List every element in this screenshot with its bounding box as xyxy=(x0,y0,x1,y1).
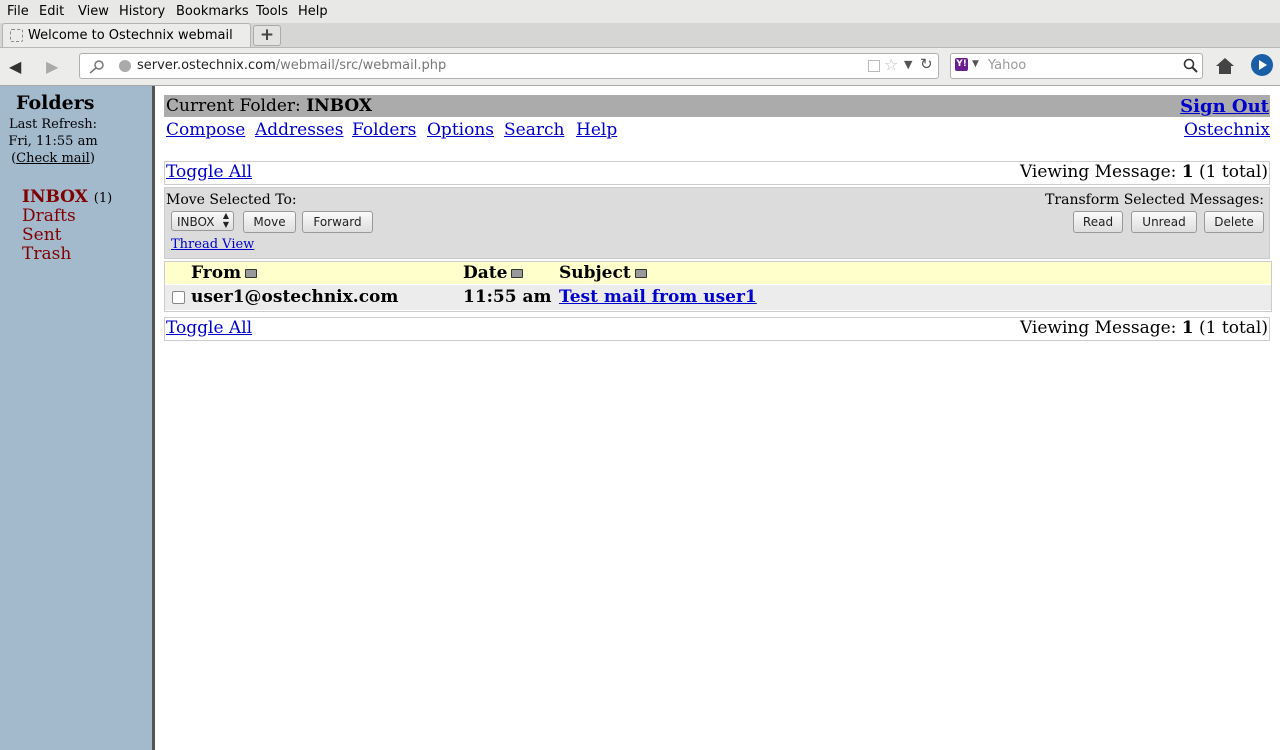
table-header: From Date Subject xyxy=(165,262,1271,284)
folder-pane: Folders Last Refresh: Fri, 11:55 am (Che… xyxy=(0,86,155,750)
check-mail: (Check mail) xyxy=(11,151,95,166)
ostechnix-link[interactable]: Ostechnix xyxy=(1184,120,1270,140)
transform-selected-label: Transform Selected Messages: xyxy=(1045,192,1264,208)
last-refresh-time: Fri, 11:55 am xyxy=(8,134,98,149)
sort-icon[interactable] xyxy=(245,269,258,278)
table-row[interactable]: user1@ostechnix.com 11:55 am Test mail f… xyxy=(165,285,1271,310)
menu-file[interactable]: File xyxy=(7,4,29,19)
folder-inbox[interactable]: INBOX (1) xyxy=(22,187,112,207)
nav-addresses[interactable]: Addresses xyxy=(255,120,343,140)
message-from: user1@ostechnix.com xyxy=(191,287,399,307)
column-date[interactable]: Date xyxy=(463,263,524,283)
message-checkbox[interactable] xyxy=(172,291,185,304)
tab-bar: Welcome to Ostechnix webmail + xyxy=(0,23,1280,48)
delete-button[interactable]: Delete xyxy=(1204,211,1264,233)
list-bottom-bar: Toggle All Viewing Message: 1 (1 total) xyxy=(164,317,1270,341)
column-from[interactable]: From xyxy=(191,263,258,283)
menu-tools[interactable]: Tools xyxy=(256,4,288,19)
select-arrows-icon: ▲ ▼ xyxy=(222,211,229,229)
forward-button[interactable]: Forward xyxy=(302,211,373,233)
folder-unread-count: (1) xyxy=(93,191,113,206)
url-bar[interactable]: server.ostechnix.com/webmail/src/webmail… xyxy=(79,53,939,79)
menu-help[interactable]: Help xyxy=(298,4,328,19)
navigation-bar: ◀ ▶ server.ostechnix.com/webmail/src/web… xyxy=(0,48,1280,86)
message-actions-box: Move Selected To: INBOX ▲ ▼ Move Forward T… xyxy=(164,187,1270,259)
menu-bookmarks[interactable]: Bookmarks xyxy=(176,4,249,19)
thread-view-link[interactable]: Thread View xyxy=(171,237,254,252)
engine-dropdown-icon[interactable]: ▼ xyxy=(972,59,979,69)
yahoo-engine-icon[interactable]: Y! xyxy=(955,58,968,71)
message-table: From Date Subject user1@ostechnix.com 11… xyxy=(164,261,1272,312)
sort-icon[interactable] xyxy=(511,269,524,278)
new-tab-button[interactable]: + xyxy=(253,25,281,46)
message-list-pane: Current Folder: INBOX Sign Out Compose A… xyxy=(156,86,1280,750)
unread-button[interactable]: Unread xyxy=(1131,211,1197,233)
current-folder-bar: Current Folder: INBOX Sign Out xyxy=(164,95,1270,117)
search-input[interactable]: Yahoo xyxy=(988,58,1026,73)
search-icon[interactable] xyxy=(1183,58,1198,73)
addon-icon[interactable] xyxy=(1250,53,1274,77)
folder-drafts[interactable]: Drafts xyxy=(22,206,76,226)
sign-out-link[interactable]: Sign Out xyxy=(1180,96,1269,117)
nav-folders[interactable]: Folders xyxy=(352,120,416,140)
nav-options[interactable]: Options xyxy=(427,120,494,140)
home-icon[interactable] xyxy=(1215,57,1235,75)
check-mail-link[interactable]: Check mail xyxy=(16,151,90,166)
history-dropdown-icon[interactable]: ▼ xyxy=(904,58,912,71)
toggle-all-link[interactable]: Toggle All xyxy=(166,318,252,338)
browser-tab[interactable]: Welcome to Ostechnix webmail xyxy=(2,23,251,47)
menu-edit[interactable]: Edit xyxy=(39,4,64,19)
globe-icon xyxy=(119,60,131,72)
toggle-all-link[interactable]: Toggle All xyxy=(166,162,252,182)
menu-history[interactable]: History xyxy=(119,4,165,19)
nav-search[interactable]: Search xyxy=(504,120,564,140)
bookmark-star-icon[interactable]: ☆ xyxy=(884,55,898,74)
folder-trash[interactable]: Trash xyxy=(22,244,71,264)
message-date: 11:55 am xyxy=(463,287,552,307)
menu-view[interactable]: View xyxy=(78,4,109,19)
move-folder-select[interactable]: INBOX ▲ ▼ xyxy=(171,211,234,231)
list-top-bar: Toggle All Viewing Message: 1 (1 total) xyxy=(164,161,1270,185)
page-favicon-icon xyxy=(10,29,23,42)
folders-heading: Folders xyxy=(16,92,95,114)
feed-icon[interactable] xyxy=(868,60,880,72)
viewing-message-count: Viewing Message: 1 (1 total) xyxy=(1019,162,1268,182)
nav-compose[interactable]: Compose xyxy=(166,120,245,140)
forward-arrow-icon[interactable]: ▶ xyxy=(46,57,58,76)
identity-key-icon[interactable] xyxy=(86,57,106,75)
move-selected-label: Move Selected To: xyxy=(166,192,297,208)
nav-help[interactable]: Help xyxy=(576,120,617,140)
tab-title: Welcome to Ostechnix webmail xyxy=(28,28,233,43)
reload-icon[interactable]: ↻ xyxy=(920,55,933,73)
message-subject-link[interactable]: Test mail from user1 xyxy=(559,287,757,307)
folder-sent[interactable]: Sent xyxy=(22,225,62,245)
move-button[interactable]: Move xyxy=(243,211,296,233)
viewing-message-count: Viewing Message: 1 (1 total) xyxy=(1019,318,1268,338)
sort-icon[interactable] xyxy=(634,269,647,278)
back-arrow-icon[interactable]: ◀ xyxy=(9,57,21,76)
menu-bar: File Edit View History Bookmarks Tools H… xyxy=(0,0,1280,23)
current-folder: Current Folder: INBOX xyxy=(166,96,373,116)
url-text: server.ostechnix.com/webmail/src/webmail… xyxy=(137,58,447,73)
read-button[interactable]: Read xyxy=(1073,211,1123,233)
search-bar[interactable]: Y! ▼ Yahoo xyxy=(950,53,1203,79)
column-subject[interactable]: Subject xyxy=(559,263,647,283)
last-refresh-label: Last Refresh: xyxy=(8,117,98,132)
